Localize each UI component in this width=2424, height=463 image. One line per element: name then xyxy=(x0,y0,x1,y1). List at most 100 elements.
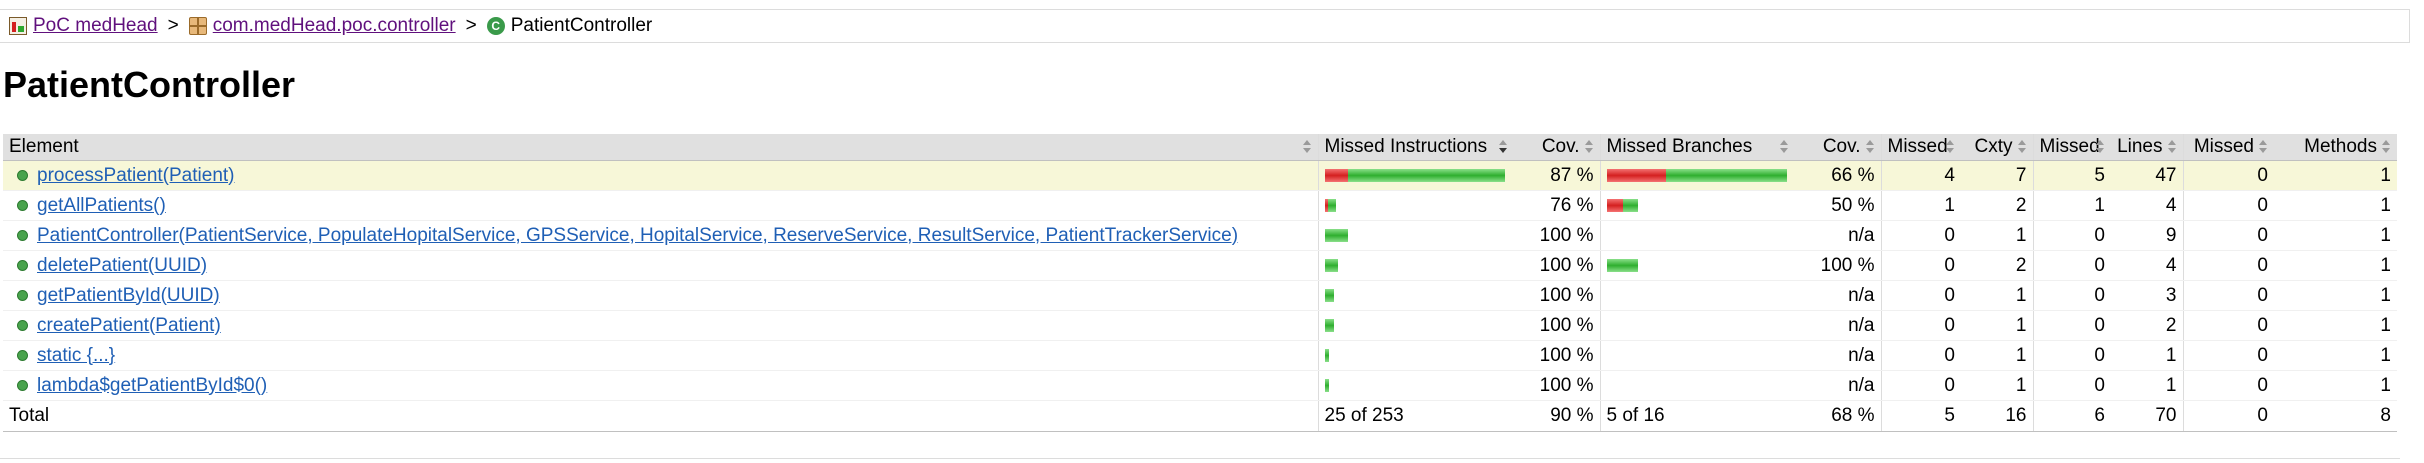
methods: 1 xyxy=(2274,310,2397,341)
total-lines: 70 xyxy=(2111,400,2183,432)
element-link[interactable]: lambda$getPatientById$0() xyxy=(37,375,267,397)
breadcrumb-separator: > xyxy=(167,15,179,36)
breadcrumb-package[interactable]: com.medHead.poc.controller xyxy=(188,15,456,37)
package-icon xyxy=(188,17,207,35)
total-label: Total xyxy=(3,400,1318,432)
element-link[interactable]: deletePatient(UUID) xyxy=(37,255,207,277)
header-missed-cxty[interactable]: Missed xyxy=(1880,134,1961,161)
instructions-cov: 100 % xyxy=(1514,310,1600,341)
missed-lines: 0 xyxy=(2032,370,2111,401)
sort-icon xyxy=(2259,140,2268,154)
branches-cov: 66 % xyxy=(1795,160,1881,191)
table-row: getAllPatients() 76 % 50 % 1 2 1 4 0 1 xyxy=(3,190,2397,221)
missed-branches-bar xyxy=(1606,169,1790,182)
breadcrumb-report-link[interactable]: PoC medHead xyxy=(33,15,158,37)
missed-instructions-cell xyxy=(1317,310,1514,341)
sort-desc-icon xyxy=(1499,140,1508,154)
header-missed-lines[interactable]: Missed xyxy=(2032,134,2111,161)
header-element[interactable]: Element xyxy=(3,134,1318,161)
instructions-cov: 100 % xyxy=(1514,250,1600,281)
breadcrumb-report[interactable]: PoC medHead xyxy=(9,15,158,37)
header-cxty[interactable]: Cxty xyxy=(1961,134,2033,161)
table-total-row: Total 25 of 253 90 % 5 of 16 68 % 5 16 6… xyxy=(3,400,2397,432)
page-title: PatientController xyxy=(3,64,296,105)
breadcrumb-separator: > xyxy=(465,15,477,36)
element-link[interactable]: getPatientById(UUID) xyxy=(37,285,220,307)
methods: 1 xyxy=(2274,370,2397,401)
element-wrapper: static {...} xyxy=(9,345,1312,367)
missed-instructions-cell xyxy=(1317,160,1514,191)
methods: 1 xyxy=(2274,280,2397,311)
element-link[interactable]: static {...} xyxy=(37,345,115,367)
cxty: 2 xyxy=(1961,250,2033,281)
missed-instructions-cell xyxy=(1317,250,1514,281)
report-icon xyxy=(9,17,27,35)
element-cell: deletePatient(UUID) xyxy=(3,250,1318,281)
lines: 1 xyxy=(2111,370,2183,401)
covered-segment xyxy=(1324,259,1338,272)
element-link[interactable]: getAllPatients() xyxy=(37,195,166,217)
total-missed-lines: 6 xyxy=(2032,400,2111,432)
missed-methods: 0 xyxy=(2182,160,2274,191)
header-instructions-cov[interactable]: Cov. xyxy=(1514,134,1600,161)
covered-segment xyxy=(1327,199,1336,212)
sort-icon xyxy=(2382,140,2391,154)
missed-lines: 0 xyxy=(2032,310,2111,341)
missed-segment xyxy=(1606,169,1666,182)
lines: 47 xyxy=(2111,160,2183,191)
table-row: createPatient(Patient) 100 % n/a 0 1 0 2 0 1 xyxy=(3,310,2397,341)
covered-segment xyxy=(1665,169,1787,182)
lines: 2 xyxy=(2111,310,2183,341)
missed-lines: 1 xyxy=(2032,190,2111,221)
sort-icon xyxy=(2017,140,2027,154)
methods: 1 xyxy=(2274,340,2397,371)
sort-icon xyxy=(2167,140,2177,154)
missed-branches-cell xyxy=(1599,190,1795,221)
missed-instructions-cell xyxy=(1317,280,1514,311)
missed-cxty: 0 xyxy=(1880,280,1961,311)
header-missed-methods[interactable]: Missed xyxy=(2182,134,2274,161)
instructions-cov: 100 % xyxy=(1514,220,1600,251)
missed-segment xyxy=(1324,169,1348,182)
element-cell: processPatient(Patient) xyxy=(3,160,1318,191)
total-missed-instructions: 25 of 253 xyxy=(1317,400,1514,432)
lines: 4 xyxy=(2111,250,2183,281)
header-branches-cov[interactable]: Cov. xyxy=(1795,134,1881,161)
total-instructions-cov: 90 % xyxy=(1514,400,1600,432)
element-link[interactable]: processPatient(Patient) xyxy=(37,165,235,187)
covered-segment xyxy=(1324,349,1329,362)
missed-cxty: 0 xyxy=(1880,370,1961,401)
missed-cxty: 4 xyxy=(1880,160,1961,191)
header-lines[interactable]: Lines xyxy=(2111,134,2183,161)
element-wrapper: createPatient(Patient) xyxy=(9,315,1312,337)
missed-instructions-bar xyxy=(1324,349,1509,362)
missed-lines: 0 xyxy=(2032,340,2111,371)
header-missed-instructions[interactable]: Missed Instructions xyxy=(1317,134,1514,161)
coverage-table: Element Missed Instructions Cov. Missed … xyxy=(3,134,2397,432)
table-row: getPatientById(UUID) 100 % n/a 0 1 0 3 0 1 xyxy=(3,280,2397,311)
total-missed-branches: 5 of 16 xyxy=(1599,400,1795,432)
element-wrapper: PatientController(PatientService, Popula… xyxy=(9,225,1312,247)
missed-cxty: 0 xyxy=(1880,310,1961,341)
breadcrumb-package-link[interactable]: com.medHead.poc.controller xyxy=(213,15,456,37)
sort-icon xyxy=(1302,140,1312,154)
missed-branches-cell xyxy=(1599,370,1795,401)
sort-icon xyxy=(1865,140,1875,154)
covered-segment xyxy=(1324,319,1334,332)
method-icon xyxy=(17,260,28,271)
header-methods[interactable]: Methods xyxy=(2274,134,2397,161)
header-missed-branches[interactable]: Missed Branches xyxy=(1599,134,1795,161)
cxty: 7 xyxy=(1961,160,2033,191)
missed-cxty: 0 xyxy=(1880,250,1961,281)
lines: 3 xyxy=(2111,280,2183,311)
element-cell: getAllPatients() xyxy=(3,190,1318,221)
missed-methods: 0 xyxy=(2182,250,2274,281)
element-link[interactable]: PatientController(PatientService, Popula… xyxy=(37,225,1238,247)
element-link[interactable]: createPatient(Patient) xyxy=(37,315,221,337)
methods: 1 xyxy=(2274,220,2397,251)
lines: 1 xyxy=(2111,340,2183,371)
missed-methods: 0 xyxy=(2182,310,2274,341)
instructions-cov: 76 % xyxy=(1514,190,1600,221)
missed-instructions-bar xyxy=(1324,259,1509,272)
table-header-row: Element Missed Instructions Cov. Missed … xyxy=(3,134,2397,161)
